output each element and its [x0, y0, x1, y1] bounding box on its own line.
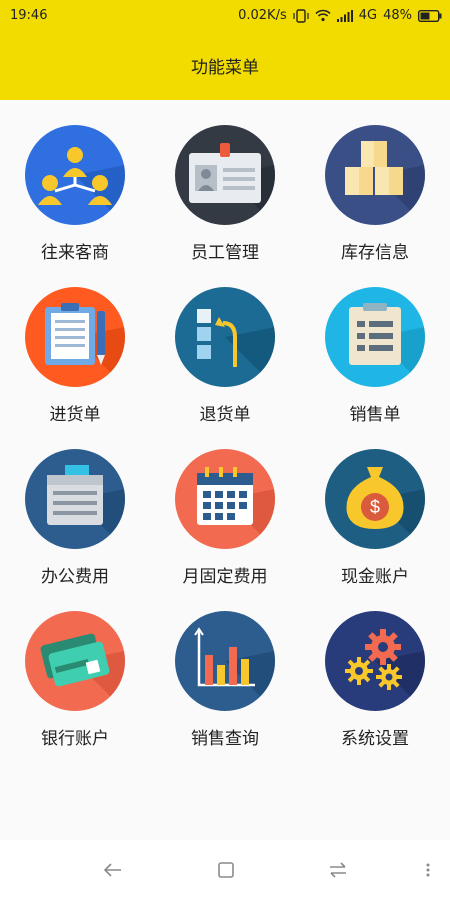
bar-chart-icon	[175, 611, 275, 711]
menu-item-return-order[interactable]: 退货单	[150, 262, 300, 425]
calendar-icon	[175, 449, 275, 549]
menu-item-employees[interactable]: 员工管理	[150, 100, 300, 263]
gears-icon	[325, 611, 425, 711]
menu-label: 销售单	[349, 405, 401, 425]
battery-icon	[418, 9, 442, 22]
menu-item-monthly-fixed-expenses[interactable]: 月固定费用	[150, 424, 300, 587]
clipboard-pen-icon	[25, 287, 125, 387]
menu-item-system-settings[interactable]: 系统设置	[300, 586, 450, 749]
menu-item-sales-order[interactable]: 销售单	[300, 262, 450, 425]
return-arrow-icon	[175, 287, 275, 387]
menu-item-purchase-order[interactable]: 进货单	[0, 262, 150, 425]
printer-icon	[25, 449, 125, 549]
contacts-icon	[25, 125, 125, 225]
function-menu-grid: 往来客商 员工管理 库存信息 进货单 退货单 销售单 办公费用 月固定费用 $ …	[0, 100, 450, 840]
vibrate-icon	[293, 8, 309, 23]
menu-item-bank-account[interactable]: 银行账户	[0, 586, 150, 749]
menu-label: 现金账户	[341, 567, 409, 587]
status-time: 19:46	[10, 8, 48, 23]
notepad-icon	[325, 287, 425, 387]
menu-item-contacts[interactable]: 往来客商	[0, 100, 150, 263]
id-card-icon	[175, 125, 275, 225]
bank-card-icon	[25, 611, 125, 711]
status-indicators: 0.02K/s 4G 48%	[238, 8, 442, 23]
battery-level: 48%	[383, 8, 412, 23]
page-title: 功能菜单	[191, 58, 259, 78]
boxes-icon	[325, 125, 425, 225]
status-bar: 19:46 0.02K/s 4G 48%	[0, 0, 450, 32]
menu-label: 往来客商	[41, 243, 109, 263]
menu-label: 销售查询	[191, 729, 259, 749]
menu-label: 办公费用	[41, 567, 109, 587]
menu-item-sales-query[interactable]: 销售查询	[150, 586, 300, 749]
menu-label: 退货单	[199, 405, 251, 425]
system-nav-bar	[0, 840, 450, 900]
network-speed: 0.02K/s	[238, 8, 287, 23]
money-bag-icon: $	[325, 449, 425, 549]
network-type: 4G	[358, 8, 378, 23]
menu-item-office-expenses[interactable]: 办公费用	[0, 424, 150, 587]
menu-label: 员工管理	[191, 243, 259, 263]
home-square-icon[interactable]	[214, 858, 238, 882]
switch-apps-icon[interactable]	[326, 858, 350, 882]
back-arrow-icon[interactable]	[101, 858, 125, 882]
more-options-icon[interactable]	[416, 858, 440, 882]
menu-item-cash-account[interactable]: $ 现金账户	[300, 424, 450, 587]
menu-label: 库存信息	[341, 243, 409, 263]
menu-item-inventory[interactable]: 库存信息	[300, 100, 450, 263]
wifi-icon	[315, 9, 331, 22]
svg-text:$: $	[370, 497, 380, 517]
menu-label: 月固定费用	[182, 567, 268, 587]
menu-label: 进货单	[49, 405, 101, 425]
signal-icon	[336, 9, 353, 22]
menu-label: 系统设置	[341, 729, 409, 749]
app-header: 19:46 0.02K/s 4G 48% 功能菜单	[0, 0, 450, 100]
menu-label: 银行账户	[41, 729, 109, 749]
